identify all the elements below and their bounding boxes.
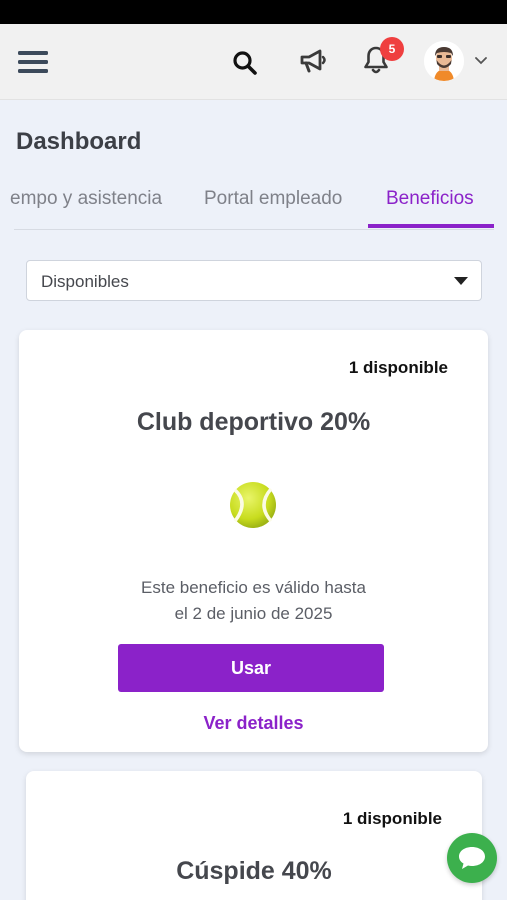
availability-label: 1 disponible: [342, 809, 442, 828]
chat-button[interactable]: [447, 833, 497, 883]
status-bar: [0, 0, 507, 24]
availability-filter-select[interactable]: Disponibles: [26, 260, 482, 301]
validity-line-1: Este beneficio es válido hasta: [141, 578, 366, 597]
megaphone-icon: [300, 49, 326, 73]
menu-icon: [18, 51, 48, 73]
tennis-ball-icon: [229, 481, 277, 529]
benefit-title: Club deportivo 20%: [136, 408, 371, 436]
active-tab-indicator: [368, 224, 494, 228]
top-navigation-bar: 5: [0, 24, 507, 100]
validity-line-2: el 2 de junio de 2025: [174, 604, 333, 623]
search-icon: [233, 51, 257, 75]
tab-benefits[interactable]: Beneficios: [386, 188, 474, 210]
avatar[interactable]: [424, 41, 464, 81]
benefit-validity: Este beneficio es válido hasta el 2 de j…: [19, 575, 488, 627]
search-button[interactable]: [226, 44, 264, 82]
filter-selected-value: Disponibles: [41, 272, 129, 291]
availability-label: 1 disponible: [348, 358, 448, 377]
tab-bar: empo y asistencia Portal empleado Benefi…: [10, 176, 494, 230]
caret-down-icon: [454, 277, 468, 285]
tab-time-attendance[interactable]: empo y asistencia: [10, 188, 162, 210]
user-menu-toggle[interactable]: [472, 53, 490, 69]
page-title: Dashboard: [16, 128, 142, 155]
chevron-down-icon: [475, 57, 487, 65]
notification-count-badge: 5: [380, 37, 404, 61]
use-benefit-button[interactable]: Usar: [118, 644, 384, 692]
menu-button[interactable]: [14, 44, 52, 80]
tab-employee-portal[interactable]: Portal empleado: [204, 188, 342, 210]
benefit-title: Cúspide 40%: [176, 857, 332, 885]
chat-bubble-icon: [459, 847, 485, 869]
view-details-link[interactable]: Ver detalles: [19, 713, 488, 734]
announcements-button[interactable]: [293, 42, 333, 80]
benefit-card: 1 disponible Cúspide 40%: [26, 771, 482, 900]
benefit-card: 1 disponible Club deportivo 20% Este ben…: [19, 330, 488, 752]
user-avatar-icon: [424, 41, 464, 81]
